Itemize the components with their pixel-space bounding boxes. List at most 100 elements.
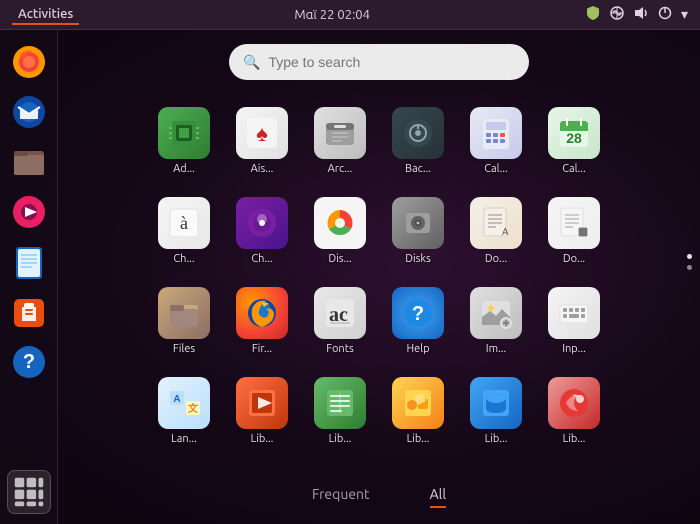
scroll-indicator xyxy=(687,254,692,270)
app-grid: Ad... ♠ Ais... xyxy=(141,96,617,456)
app-icon-librecalc xyxy=(314,377,366,429)
dock-item-libreoffice[interactable] xyxy=(7,240,51,284)
scroll-dot-2 xyxy=(687,265,692,270)
app-label-firefox: Fir... xyxy=(252,343,272,355)
main-content: 🔍 Ad... xyxy=(58,30,700,524)
app-label-diskusage: Dis... xyxy=(328,253,351,265)
app-item-charmap[interactable]: à Ch... xyxy=(145,186,223,276)
dock: ? xyxy=(0,30,58,524)
volume-icon[interactable] xyxy=(633,5,649,24)
app-label-archive: Arc... xyxy=(328,163,353,175)
app-label-aisleriot: Ais... xyxy=(251,163,274,175)
network-icon[interactable] xyxy=(609,5,625,24)
app-label-input: Inp... xyxy=(562,343,586,355)
search-input[interactable] xyxy=(268,54,515,70)
app-item-firefox[interactable]: Fir... xyxy=(223,276,301,366)
app-label-libredraw: Lib... xyxy=(407,433,430,445)
app-label-fonts: Fonts xyxy=(326,343,354,355)
svg-text:?: ? xyxy=(412,303,424,325)
app-item-files[interactable]: Files xyxy=(145,276,223,366)
app-item-librecalc[interactable]: Lib... xyxy=(301,366,379,456)
app-item-librimpress[interactable]: Lib... xyxy=(223,366,301,456)
topbar-left: Activities xyxy=(12,5,79,25)
svg-text:♠: ♠ xyxy=(256,121,268,146)
power-icon[interactable] xyxy=(657,5,673,24)
app-item-backup[interactable]: Bac... xyxy=(379,96,457,186)
app-label-disks: Disks xyxy=(405,253,431,265)
svg-text:à: à xyxy=(180,213,188,233)
dock-item-software[interactable] xyxy=(7,290,51,334)
scroll-dot-1 xyxy=(687,254,692,259)
app-label-librimpress: Lib... xyxy=(251,433,274,445)
search-icon: 🔍 xyxy=(243,54,260,71)
dock-item-help[interactable]: ? xyxy=(7,340,51,384)
app-label-librebase: Lib... xyxy=(485,433,508,445)
search-bar[interactable]: 🔍 xyxy=(229,44,529,80)
app-item-help[interactable]: ? Help xyxy=(379,276,457,366)
app-item-ad[interactable]: Ad... xyxy=(145,96,223,186)
app-item-calendar[interactable]: 28 Cal... xyxy=(535,96,613,186)
app-item-docviewer2[interactable]: Do... xyxy=(535,186,613,276)
dock-item-rhythmbox[interactable] xyxy=(7,190,51,234)
app-icon-docviewer: A xyxy=(470,197,522,249)
app-icon-calendar: 28 xyxy=(548,107,600,159)
app-icon-aisleriot: ♠ xyxy=(236,107,288,159)
app-label-cheese: Ch... xyxy=(251,253,272,265)
app-item-livepatch[interactable]: Lib... xyxy=(535,366,613,456)
app-item-fonts[interactable]: ac Fonts xyxy=(301,276,379,366)
app-item-docviewer[interactable]: A Do... xyxy=(457,186,535,276)
topbar-datetime: Μαϊ 22 02:04 xyxy=(294,8,370,22)
app-icon-docviewer2 xyxy=(548,197,600,249)
app-item-calculator[interactable]: Cal... xyxy=(457,96,535,186)
app-item-cheese[interactable]: Ch... xyxy=(223,186,301,276)
app-icon-files xyxy=(158,287,210,339)
app-item-input[interactable]: Inp... xyxy=(535,276,613,366)
tab-frequent[interactable]: Frequent xyxy=(312,486,370,508)
topbar-dropdown-icon[interactable]: ▾ xyxy=(681,6,688,23)
app-icon-libredraw xyxy=(392,377,444,429)
app-item-diskusage[interactable]: Dis... xyxy=(301,186,379,276)
topbar-right: ▾ xyxy=(585,5,688,24)
app-label-librecalc: Lib... xyxy=(329,433,352,445)
svg-text:文: 文 xyxy=(188,402,199,415)
app-icon-archive xyxy=(314,107,366,159)
app-item-disks[interactable]: Disks xyxy=(379,186,457,276)
app-label-files: Files xyxy=(173,343,195,355)
app-item-libredraw[interactable]: Lib... xyxy=(379,366,457,456)
app-icon-language: A 文 xyxy=(158,377,210,429)
app-icon-charmap: à xyxy=(158,197,210,249)
dock-item-firefox[interactable] xyxy=(7,40,51,84)
app-item-aisleriot[interactable]: ♠ Ais... xyxy=(223,96,301,186)
app-icon-help: ? xyxy=(392,287,444,339)
dock-item-files[interactable] xyxy=(7,140,51,184)
app-icon-disks xyxy=(392,197,444,249)
bottom-tabs: Frequent All xyxy=(58,486,700,508)
app-icon-diskusage xyxy=(314,197,366,249)
tab-all[interactable]: All xyxy=(430,486,446,508)
shield-icon[interactable] xyxy=(585,5,601,24)
app-icon-cheese xyxy=(236,197,288,249)
app-icon-livepatch xyxy=(548,377,600,429)
dock-item-thunderbird[interactable] xyxy=(7,90,51,134)
app-icon-librimpress xyxy=(236,377,288,429)
app-item-language[interactable]: A 文 Lan... xyxy=(145,366,223,456)
app-label-backup: Bac... xyxy=(405,163,431,175)
app-item-librebase[interactable]: Lib... xyxy=(457,366,535,456)
app-label-charmap: Ch... xyxy=(173,253,194,265)
app-label-language: Lan... xyxy=(171,433,197,445)
app-label-ad: Ad... xyxy=(173,163,195,175)
app-label-docviewer2: Do... xyxy=(563,253,585,265)
svg-text:28: 28 xyxy=(566,130,582,146)
app-icon-firefox xyxy=(236,287,288,339)
activities-label[interactable]: Activities xyxy=(12,5,79,25)
app-label-livepatch: Lib... xyxy=(563,433,586,445)
dock-item-apps[interactable] xyxy=(7,470,51,514)
app-label-help: Help xyxy=(406,343,429,355)
app-icon-fonts: ac xyxy=(314,287,366,339)
app-icon-calculator xyxy=(470,107,522,159)
app-icon-image xyxy=(470,287,522,339)
app-item-archive[interactable]: Arc... xyxy=(301,96,379,186)
app-icon-ad xyxy=(158,107,210,159)
app-label-calculator: Cal... xyxy=(484,163,507,175)
app-item-image[interactable]: Im... xyxy=(457,276,535,366)
